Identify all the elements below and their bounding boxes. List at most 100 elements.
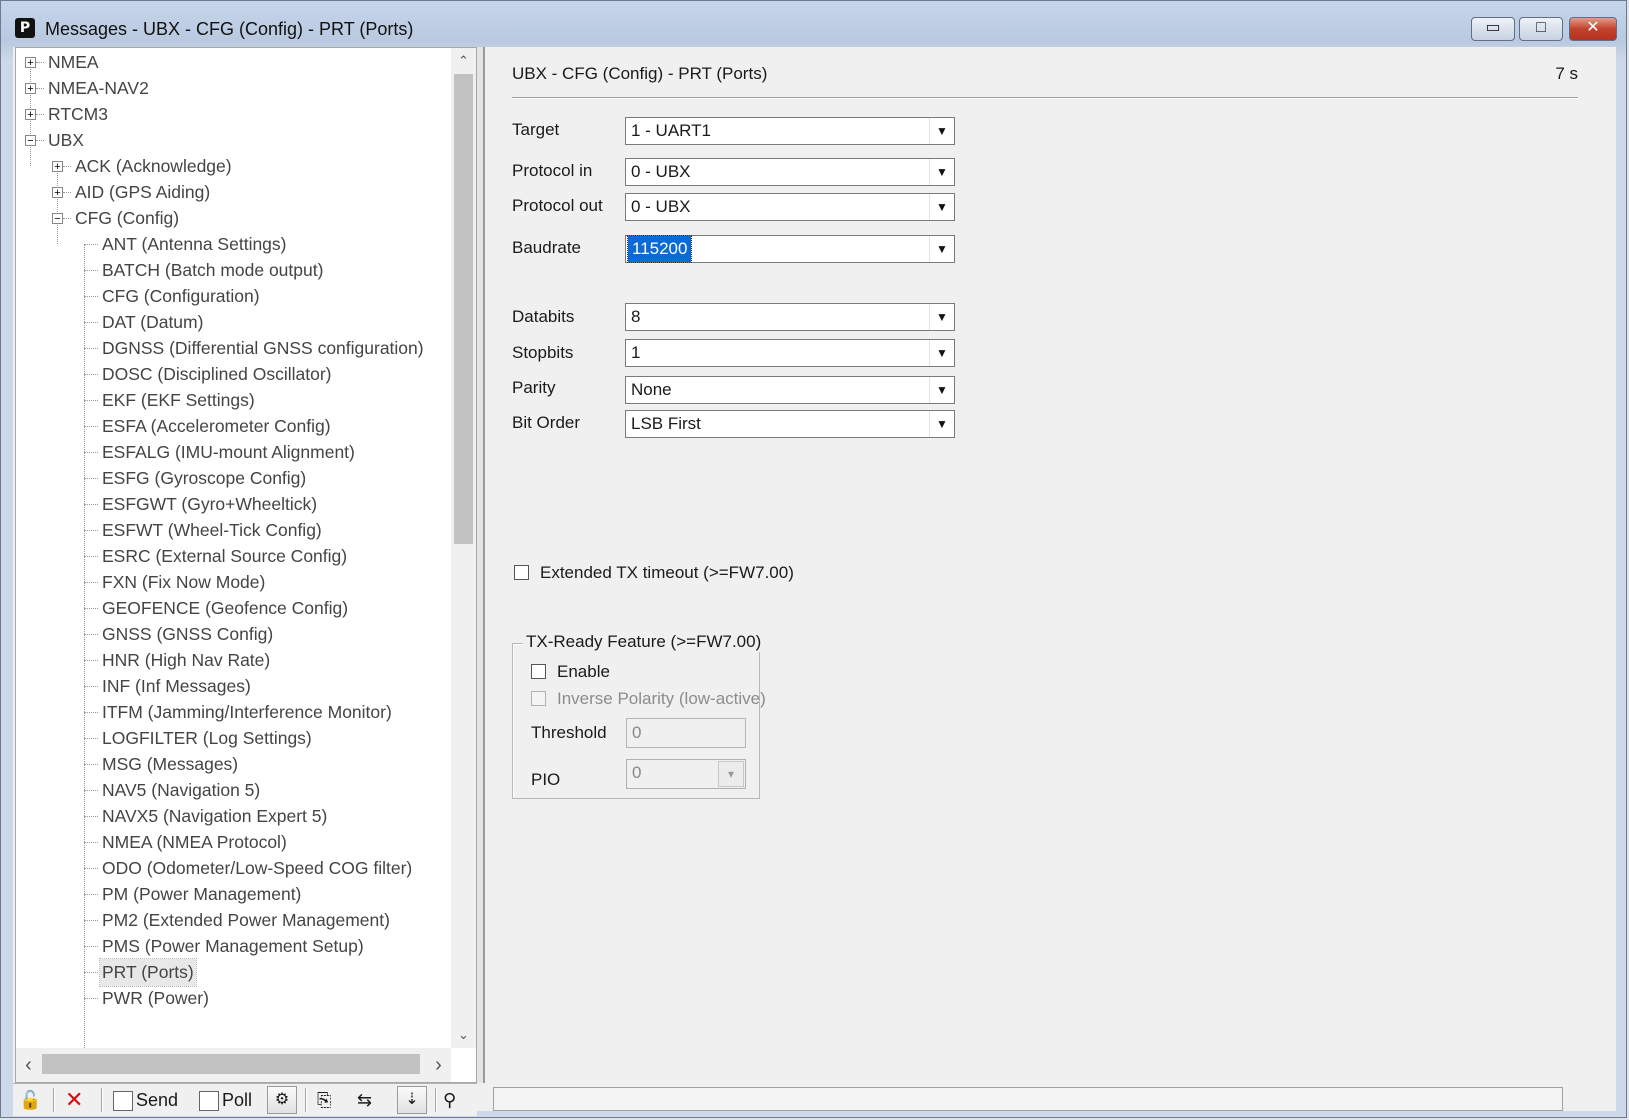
- minimize-button[interactable]: ▭: [1471, 17, 1515, 41]
- chevron-down-icon[interactable]: ▼: [929, 194, 954, 220]
- enable-checkbox[interactable]: [531, 664, 546, 679]
- tree-item[interactable]: − UBX: [16, 127, 451, 154]
- tree-item-label: PM (Power Management): [102, 884, 302, 904]
- tree-item[interactable]: GEOFENCE (Geofence Config): [16, 595, 451, 622]
- auto-poll-toggle-icon[interactable]: ⚙: [267, 1086, 297, 1114]
- tree-item[interactable]: PM (Power Management): [16, 881, 451, 908]
- expand-icon[interactable]: +: [25, 109, 36, 121]
- scroll-up-icon[interactable]: ⌃: [451, 50, 476, 72]
- tree-item[interactable]: ESFGWT (Gyro+Wheeltick): [16, 491, 451, 518]
- tree-item[interactable]: ESFA (Accelerometer Config): [16, 413, 451, 440]
- tree-item-label: PRT (Ports): [99, 958, 197, 987]
- tree-item[interactable]: DOSC (Disciplined Oscillator): [16, 361, 451, 388]
- tree-item[interactable]: + AID (GPS Aiding): [16, 179, 451, 206]
- bit-order-select[interactable]: LSB First ▼: [625, 410, 955, 438]
- lock-icon[interactable]: 🔓: [19, 1087, 41, 1113]
- databits-select[interactable]: 8 ▼: [625, 303, 955, 331]
- tree-item[interactable]: ODO (Odometer/Low-Speed COG filter): [16, 855, 451, 882]
- extended-tx-checkbox[interactable]: [514, 565, 529, 580]
- tree-item[interactable]: + RTCM3: [16, 101, 451, 128]
- chevron-down-icon[interactable]: ▼: [929, 236, 954, 262]
- send-button[interactable]: Send: [113, 1087, 178, 1113]
- baudrate-select[interactable]: 115200 ▼: [625, 235, 955, 263]
- title-divider: [512, 97, 1578, 99]
- tree-item[interactable]: HNR (High Nav Rate): [16, 647, 451, 674]
- title-bar[interactable]: P Messages - UBX - CFG (Config) - PRT (P…: [1, 1, 1626, 45]
- tree-item-label: ESFA (Accelerometer Config): [102, 416, 331, 436]
- target-select[interactable]: 1 - UART1 ▼: [625, 117, 955, 145]
- stopbits-select[interactable]: 1 ▼: [625, 339, 955, 367]
- collapse-icon[interactable]: −: [52, 213, 63, 225]
- delete-icon[interactable]: ✕: [65, 1087, 83, 1113]
- tree-connector: [84, 894, 98, 895]
- poll-button[interactable]: Poll: [199, 1087, 252, 1113]
- tree-item[interactable]: ESFALG (IMU-mount Alignment): [16, 439, 451, 466]
- chevron-down-icon[interactable]: ▼: [929, 411, 954, 437]
- tree-item[interactable]: − CFG (Config): [16, 205, 451, 232]
- scroll-thumb[interactable]: [454, 74, 473, 544]
- tree-item[interactable]: NAVX5 (Navigation Expert 5): [16, 803, 451, 830]
- tree-item[interactable]: PWR (Power): [16, 985, 451, 1012]
- tree-item[interactable]: ITFM (Jamming/Interference Monitor): [16, 699, 451, 726]
- copy-icon[interactable]: ⎘: [317, 1087, 331, 1113]
- expand-icon[interactable]: +: [25, 57, 36, 69]
- tree-item[interactable]: NAV5 (Navigation 5): [16, 777, 451, 804]
- inverse-polarity-checkbox: [531, 691, 546, 706]
- collapse-icon[interactable]: −: [25, 135, 36, 147]
- tx-ready-group: TX-Ready Feature (>=FW7.00) Enable Inver…: [512, 632, 766, 799]
- enable-label[interactable]: Enable: [557, 662, 610, 682]
- parity-select[interactable]: None ▼: [625, 376, 955, 404]
- tree-item-label: PMS (Power Management Setup): [102, 936, 364, 956]
- chevron-down-icon[interactable]: ▼: [929, 118, 954, 144]
- tree-item[interactable]: PMS (Power Management Setup): [16, 933, 451, 960]
- chevron-down-icon[interactable]: ▼: [929, 304, 954, 330]
- tree-item[interactable]: FXN (Fix Now Mode): [16, 569, 451, 596]
- protocol-in-value: 0 - UBX: [631, 162, 691, 181]
- tree-item[interactable]: INF (Inf Messages): [16, 673, 451, 700]
- paste-icon[interactable]: ⇆: [357, 1087, 372, 1113]
- tree-horizontal-scrollbar[interactable]: ‹ ›: [16, 1048, 451, 1082]
- chevron-down-icon[interactable]: ▼: [929, 377, 954, 403]
- tree-item[interactable]: LOGFILTER (Log Settings): [16, 725, 451, 752]
- protocol-in-select[interactable]: 0 - UBX ▼: [625, 158, 955, 186]
- tree-item-label: DGNSS (Differential GNSS configuration): [102, 338, 424, 358]
- tree-item[interactable]: ESFG (Gyroscope Config): [16, 465, 451, 492]
- protocol-out-select[interactable]: 0 - UBX ▼: [625, 193, 955, 221]
- tree-item[interactable]: GNSS (GNSS Config): [16, 621, 451, 648]
- tree-item[interactable]: + ACK (Acknowledge): [16, 153, 451, 180]
- close-button[interactable]: ✕: [1569, 17, 1617, 41]
- tree-item[interactable]: + NMEA-NAV2: [16, 75, 451, 102]
- tree-item[interactable]: BATCH (Batch mode output): [16, 257, 451, 284]
- tree-connector: [36, 88, 44, 89]
- tree-item[interactable]: DAT (Datum): [16, 309, 451, 336]
- expand-icon[interactable]: +: [25, 83, 36, 95]
- tree-item[interactable]: EKF (EKF Settings): [16, 387, 451, 414]
- tree-item[interactable]: MSG (Messages): [16, 751, 451, 778]
- tree-item[interactable]: + NMEA: [16, 49, 451, 76]
- tree-item[interactable]: CFG (Configuration): [16, 283, 451, 310]
- hscroll-thumb[interactable]: [42, 1054, 420, 1074]
- tree-connector: [84, 504, 98, 505]
- chevron-down-icon[interactable]: ▼: [929, 340, 954, 366]
- tree-vertical-scrollbar[interactable]: ⌃ ⌄: [451, 48, 476, 1048]
- tree-item[interactable]: DGNSS (Differential GNSS configuration): [16, 335, 451, 362]
- close-icon: ✕: [1586, 19, 1600, 36]
- parity-value: None: [631, 380, 672, 399]
- tree-item[interactable]: ESFWT (Wheel-Tick Config): [16, 517, 451, 544]
- scroll-lock-icon[interactable]: ⇣: [397, 1086, 427, 1114]
- chevron-down-icon[interactable]: ▼: [929, 159, 954, 185]
- tree-item[interactable]: ANT (Antenna Settings): [16, 231, 451, 258]
- expand-icon[interactable]: +: [52, 187, 63, 199]
- tree-item[interactable]: ESRC (External Source Config): [16, 543, 451, 570]
- tree-item[interactable]: PM2 (Extended Power Management): [16, 907, 451, 934]
- binoculars-icon[interactable]: ⚲: [443, 1087, 456, 1113]
- expand-icon[interactable]: +: [52, 161, 63, 173]
- scroll-down-icon[interactable]: ⌄: [451, 1024, 476, 1046]
- tree-item[interactable]: NMEA (NMEA Protocol): [16, 829, 451, 856]
- tree-connector: [84, 660, 98, 661]
- tree-item[interactable]: PRT (Ports): [16, 958, 451, 987]
- scroll-left-icon[interactable]: ‹: [16, 1054, 41, 1076]
- maximize-button[interactable]: □: [1519, 17, 1563, 41]
- extended-tx-label[interactable]: Extended TX timeout (>=FW7.00): [540, 563, 794, 583]
- scroll-right-icon[interactable]: ›: [426, 1054, 451, 1076]
